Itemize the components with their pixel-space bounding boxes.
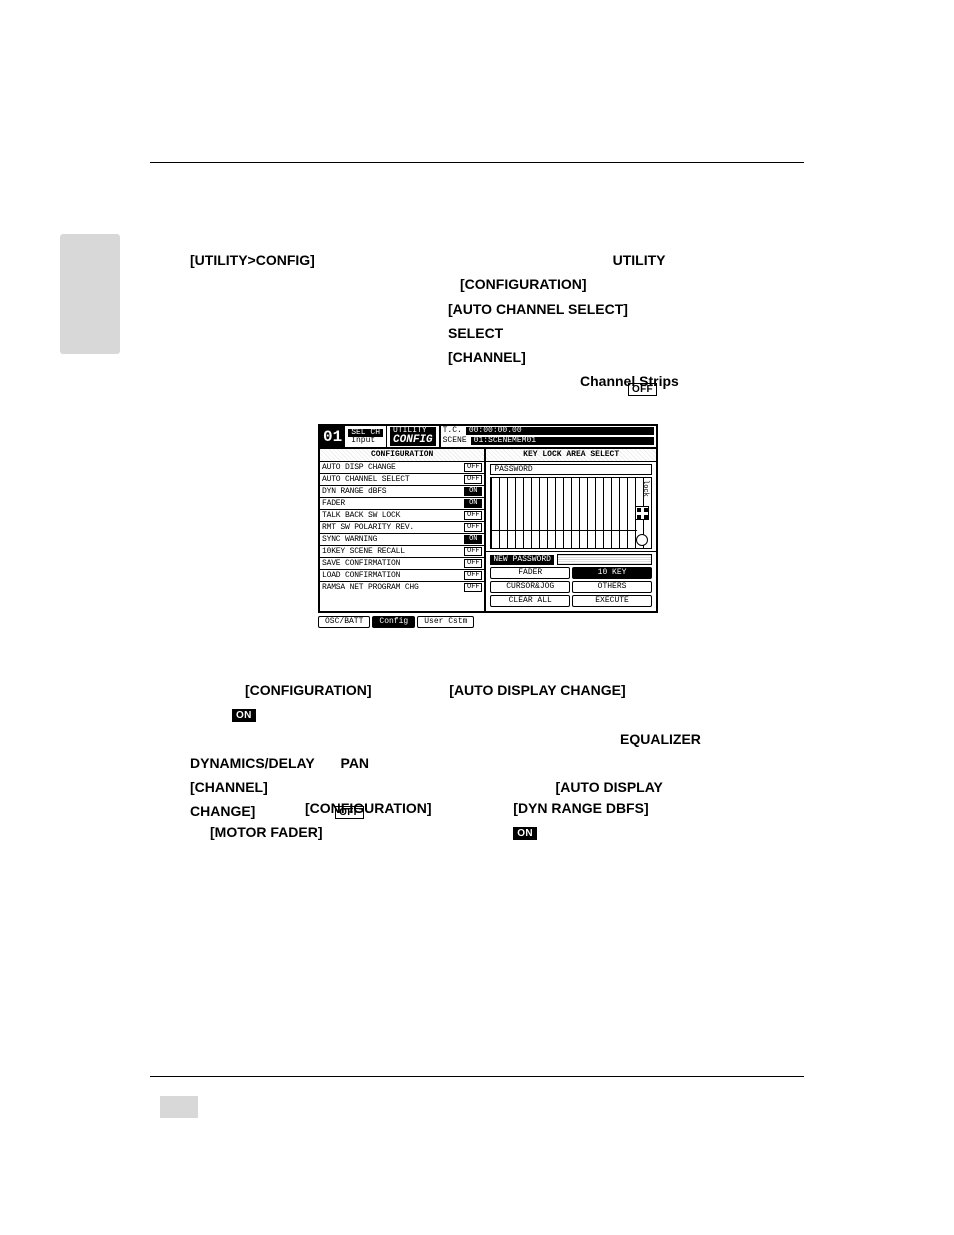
keypad-icon	[635, 506, 649, 520]
lcd-utility-box: UTILITY CONFIG	[387, 426, 441, 447]
lcd-mixer-graphic: lock	[490, 477, 652, 549]
lcd-config-item-name: LOAD CONFIRMATION	[322, 572, 400, 580]
lcd-config-item-state[interactable]: ON	[464, 499, 482, 509]
paragraph-1: [UTILITY>CONFIG] UTILITY [CONFIGURATION]…	[190, 250, 804, 396]
p3-pan: PAN	[341, 755, 370, 771]
lcd-scene-label: SCENE	[443, 437, 467, 445]
p4-motor-fader: [MOTOR FADER]	[210, 824, 323, 840]
lcd-tc-value: 00:00:00.00	[466, 427, 654, 435]
lcd-tc-scene: T.C. 00:00:00.00 SCENE 01:SCENEMEM01	[441, 426, 656, 447]
footer-rule	[150, 1076, 804, 1077]
p3-equalizer: EQUALIZER	[620, 731, 701, 747]
paragraph-4: [CONFIGURATION] [DYN RANGE DBFS] [MOTOR …	[190, 798, 804, 847]
p3-auto-disp-change: [AUTO DISPLAY CHANGE]	[449, 682, 625, 698]
lcd-config-item-name: RAMSA NET PROGRAM CHG	[322, 584, 419, 592]
word-configuration: [CONFIGURATION]	[460, 276, 587, 292]
lcd-config-item-name: TALK BACK SW LOCK	[322, 512, 400, 520]
lcd-button-10key[interactable]: 10 KEY	[572, 567, 652, 579]
word-channel: [CHANNEL]	[448, 349, 526, 365]
lcd-button-cursor-jog[interactable]: CURSOR&JOG	[490, 581, 570, 593]
lcd-left-panel: CONFIGURATION AUTO DISP CHANGEOFFAUTO CH…	[320, 449, 486, 611]
lcd-config-item[interactable]: RAMSA NET PROGRAM CHG OFF	[320, 581, 484, 593]
page-number-box	[160, 1096, 198, 1118]
lcd-config-item-name: SYNC WARNING	[322, 536, 377, 544]
lcd-config-item-state[interactable]: OFF	[464, 583, 482, 593]
lcd-button-execute[interactable]: EXECUTE	[572, 595, 652, 607]
side-page-tab	[60, 234, 120, 354]
lcd-config-item-state[interactable]: OFF	[464, 547, 482, 557]
word-select: SELECT	[448, 325, 503, 341]
lcd-tab-user-cstm[interactable]: User Cstm	[417, 616, 474, 628]
lcd-right-title: KEY LOCK AREA SELECT	[486, 449, 656, 461]
lcd-config-item[interactable]: FADER ON	[320, 497, 484, 509]
lcd-button-others[interactable]: OTHERS	[572, 581, 652, 593]
lcd-right-panel: KEY LOCK AREA SELECT PASSWORD lock	[486, 449, 656, 611]
lcd-config-item[interactable]: TALK BACK SW LOCK OFF	[320, 509, 484, 521]
lcd-config-item-name: RMT SW POLARITY REV.	[322, 524, 414, 532]
lcd-config-item-state[interactable]: OFF	[464, 475, 482, 485]
lcd-config-item-name: SAVE CONFIRMATION	[322, 560, 400, 568]
p3-channel: [CHANNEL]	[190, 779, 268, 795]
lcd-config-item[interactable]: RMT SW POLARITY REV. OFF	[320, 521, 484, 533]
lcd-lock-label: lock	[641, 480, 648, 497]
header-rule	[150, 162, 804, 163]
lcd-top-bar: 01 SEL CH Input UTILITY CONFIG T.C. 00:0…	[318, 424, 658, 449]
lcd-new-password-row: NEW PASSWORD	[490, 554, 652, 565]
lcd-left-title: CONFIGURATION	[320, 449, 484, 461]
lcd-config-item-state[interactable]: ON	[464, 487, 482, 497]
p3-dynamics-delay: DYNAMICS/DELAY	[190, 755, 315, 771]
lcd-config-item[interactable]: SAVE CONFIRMATION OFF	[320, 557, 484, 569]
lcd-config-item-state[interactable]: OFF	[464, 523, 482, 533]
lcd-config-item-name: FADER	[322, 500, 345, 508]
paragraph-2: OFF	[190, 378, 804, 402]
lcd-tc-label: T.C.	[443, 427, 462, 435]
lcd-config-item[interactable]: DYN RANGE dBFS ON	[320, 485, 484, 497]
lcd-config-item-state[interactable]: ON	[464, 535, 482, 545]
lcd-screenshot: 01 SEL CH Input UTILITY CONFIG T.C. 00:0…	[318, 424, 658, 628]
lcd-sel-ch-value: Input	[348, 437, 383, 445]
lcd-scene-value: 01:SCENEMEM01	[471, 437, 654, 445]
lcd-config-item-name: 10KEY SCENE RECALL	[322, 548, 405, 556]
lcd-fader-row-2	[491, 530, 637, 548]
lcd-sel-ch: SEL CH Input	[345, 426, 387, 447]
lcd-config-item[interactable]: AUTO CHANNEL SELECT OFF	[320, 473, 484, 485]
lcd-config-item-state[interactable]: OFF	[464, 463, 482, 473]
jog-wheel-icon	[636, 534, 648, 546]
lcd-index: 01	[320, 426, 345, 447]
lcd-config-item-name: AUTO CHANNEL SELECT	[322, 476, 409, 484]
lcd-button-clear-all[interactable]: CLEAR ALL	[490, 595, 570, 607]
badge-off: OFF	[628, 383, 657, 396]
lcd-config-item-state[interactable]: OFF	[464, 559, 482, 569]
p4-dyn-range: [DYN RANGE DBFS]	[513, 800, 648, 816]
lcd-button-fader[interactable]: FADER	[490, 567, 570, 579]
word-utility: UTILITY	[613, 252, 666, 268]
lcd-config-item[interactable]: 10KEY SCENE RECALL OFF	[320, 545, 484, 557]
badge-on-2: ON	[513, 827, 537, 840]
p3-auto-display: [AUTO DISPLAY	[556, 779, 663, 795]
lcd-config-item[interactable]: SYNC WARNING ON	[320, 533, 484, 545]
lcd-tab-bar: OSC/BATT Config User Cstm	[318, 616, 658, 628]
lcd-password-label: PASSWORD	[494, 466, 532, 474]
lcd-config-item[interactable]: AUTO DISP CHANGE OFF	[320, 461, 484, 473]
lcd-tab-config[interactable]: Config	[372, 616, 415, 628]
lcd-config-label: CONFIG	[390, 435, 436, 446]
lcd-password-field[interactable]: PASSWORD	[490, 464, 652, 475]
p3-configuration: [CONFIGURATION]	[245, 682, 372, 698]
lcd-new-password-field[interactable]	[557, 554, 652, 565]
badge-on-1: ON	[232, 709, 256, 722]
word-auto-channel-select: [AUTO CHANNEL SELECT]	[448, 301, 628, 317]
lcd-config-list: AUTO DISP CHANGE OFF AUTO CHANNEL SELECT OF…	[320, 461, 484, 593]
lcd-config-item[interactable]: LOAD CONFIRMATION OFF	[320, 569, 484, 581]
p4-configuration: [CONFIGURATION]	[305, 800, 432, 816]
ref-utility-config: [UTILITY>CONFIG]	[190, 252, 315, 268]
lcd-new-password-label: NEW PASSWORD	[490, 555, 554, 565]
lcd-config-item-state[interactable]: OFF	[464, 571, 482, 581]
lcd-tab-osc-batt[interactable]: OSC/BATT	[318, 616, 370, 628]
lcd-config-item-state[interactable]: OFF	[464, 511, 482, 521]
lcd-config-item-name: AUTO DISP CHANGE	[322, 464, 396, 472]
lcd-config-item-name: DYN RANGE dBFS	[322, 488, 386, 496]
